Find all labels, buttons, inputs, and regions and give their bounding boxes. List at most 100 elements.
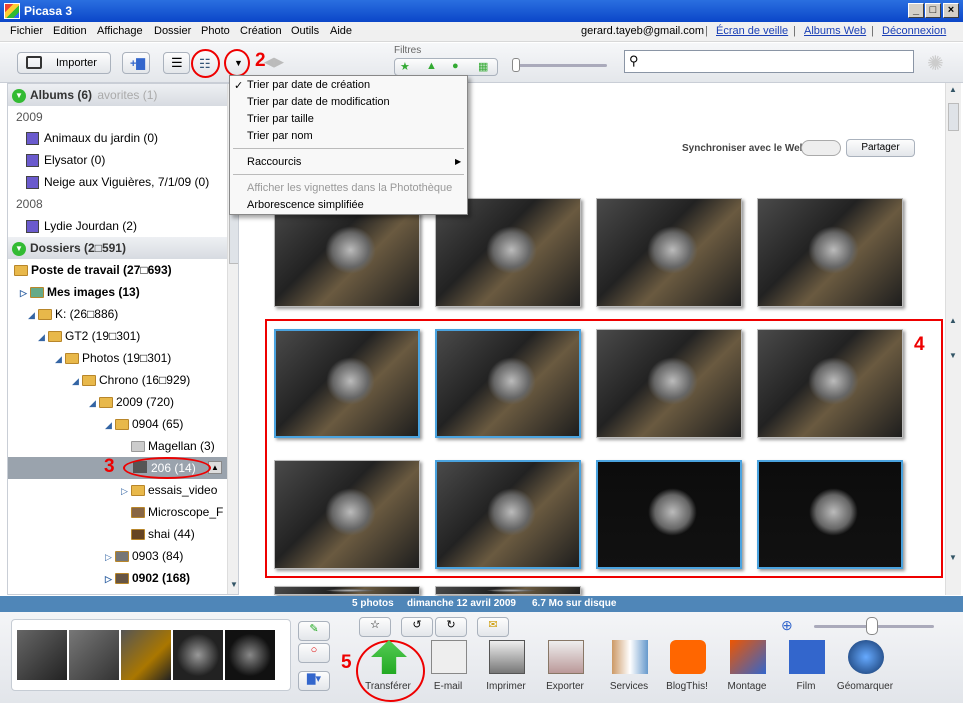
tray-thumbnail[interactable] — [17, 630, 67, 680]
album-item[interactable]: Lydie Jourdan (2) — [26, 215, 238, 237]
collapse-icon[interactable]: ◢ — [28, 304, 38, 326]
photo-thumbnail[interactable] — [757, 198, 903, 307]
scroll-down-icon[interactable]: ▼ — [949, 351, 957, 360]
menu-edition[interactable]: Edition — [53, 25, 87, 37]
import-button[interactable]: Importer — [17, 52, 111, 74]
geotag-label[interactable]: Géomarquer — [830, 681, 900, 692]
scroll-down-icon[interactable]: ▼ — [230, 580, 238, 589]
thumbnail-size-slider-handle[interactable] — [866, 617, 878, 635]
star-filter-icon[interactable]: ★ — [400, 60, 410, 73]
filter-slider-handle[interactable] — [512, 58, 520, 72]
album-item[interactable]: Elysator (0) — [26, 149, 238, 171]
menu-outils[interactable]: Outils — [291, 25, 319, 37]
upload-filter-icon[interactable]: ▲ — [426, 60, 437, 72]
folder-item[interactable]: ◢ K: (26□886) — [28, 303, 238, 326]
folder-item[interactable]: ◢ GT2 (19□301) — [38, 325, 238, 348]
tray-thumbnail[interactable] — [121, 630, 171, 680]
print-icon[interactable] — [489, 640, 525, 674]
collapse-icon[interactable]: ◢ — [38, 326, 48, 348]
scroll-up-icon[interactable]: ▲ — [949, 85, 957, 94]
menu-photo[interactable]: Photo — [201, 25, 230, 37]
sync-toggle[interactable] — [801, 140, 841, 156]
web-albums-link[interactable]: Albums Web — [804, 25, 866, 37]
maximize-button[interactable]: □ — [925, 3, 941, 18]
video-filter-icon[interactable]: ▦ — [478, 60, 488, 73]
export-label[interactable]: Exporter — [530, 681, 600, 692]
photo-thumbnail-selected[interactable] — [435, 460, 581, 569]
photo-thumbnail-selected[interactable] — [274, 329, 420, 438]
simple-tree-option[interactable]: Arborescence simplifiée — [247, 199, 364, 211]
folder-item[interactable]: ▷ 0903 (84) — [105, 545, 238, 568]
sort-dropdown-button[interactable]: ▼ — [224, 49, 250, 77]
search-input[interactable]: ⚲ — [624, 50, 914, 73]
sort-by-modification-date[interactable]: Trier par date de modification — [247, 96, 390, 108]
rotate-left-button[interactable]: ↺ — [401, 617, 433, 637]
scroll-up-icon[interactable]: ▲ — [949, 316, 957, 325]
clear-button[interactable]: ○ — [298, 643, 330, 663]
folder-item[interactable]: Magellan (3) — [131, 435, 238, 457]
geotag-globe-icon[interactable] — [848, 640, 884, 674]
rotate-right-button[interactable]: ↻ — [435, 617, 467, 637]
album-item[interactable]: Neige aux Viguières, 7/1/09 (0) — [26, 171, 238, 193]
tag-button[interactable]: ✉ — [477, 617, 509, 637]
collapse-icon[interactable]: ◢ — [89, 392, 99, 414]
menu-affichage[interactable]: Affichage — [97, 25, 143, 37]
photo-thumbnail-selected[interactable] — [596, 460, 742, 569]
add-to-album-tray-button[interactable]: ▇▾ — [298, 671, 330, 691]
sort-by-creation-date[interactable]: Trier par date de création — [247, 79, 370, 91]
tray-thumbnail[interactable] — [225, 630, 275, 680]
collapse-icon[interactable]: ◢ — [72, 370, 82, 392]
photo-thumbnail[interactable] — [274, 460, 420, 569]
folder-item[interactable]: Microscope_F — [131, 501, 238, 523]
photo-thumbnail[interactable] — [596, 329, 742, 438]
folder-item[interactable]: ▷ 0902 (168) — [105, 567, 238, 589]
shortcuts-submenu[interactable]: Raccourcis — [247, 156, 301, 168]
photo-thumbnail-selected[interactable] — [757, 460, 903, 569]
collapse-icon[interactable]: ◢ — [55, 348, 65, 370]
collapse-icon[interactable]: ▼ — [12, 241, 26, 256]
folder-item[interactable]: ▷ Mes images (13) — [20, 281, 238, 304]
filter-slider[interactable] — [513, 64, 607, 67]
photo-thumbnail[interactable] — [757, 329, 903, 438]
collage-icon[interactable] — [730, 640, 766, 674]
menu-aide[interactable]: Aide — [330, 25, 352, 37]
logout-link[interactable]: Déconnexion — [882, 25, 946, 37]
tree-view-button[interactable]: ☷ — [191, 49, 220, 78]
sort-by-name[interactable]: Trier par nom — [247, 130, 313, 142]
star-button[interactable]: ☆ — [359, 617, 391, 637]
folder-item[interactable]: ◢ 2009 (720) — [89, 391, 238, 414]
collapse-icon[interactable]: ◢ — [105, 414, 115, 436]
folder-item[interactable]: ▷ essais_video — [121, 479, 238, 501]
hold-button[interactable]: ✎ — [298, 621, 330, 641]
photo-thumbnail[interactable] — [596, 198, 742, 307]
services-icon[interactable] — [612, 640, 648, 674]
folder-item[interactable]: Poste de travail (27□693) — [14, 259, 234, 281]
scroll-down-icon[interactable]: ▼ — [949, 553, 957, 562]
folder-item[interactable]: ◢ Chrono (16□929) — [72, 369, 238, 392]
photo-thumbnail[interactable] — [274, 586, 420, 595]
share-button[interactable]: Partager — [846, 139, 915, 157]
close-button[interactable]: × — [943, 3, 959, 18]
film-icon[interactable] — [789, 640, 825, 674]
folder-item[interactable]: ◢ 0904 (65) — [105, 413, 238, 436]
blogger-icon[interactable] — [670, 640, 706, 674]
photo-thumbnail[interactable] — [435, 586, 581, 595]
albums-header[interactable]: ▼ Albums (6) avorites (1) — [8, 84, 238, 106]
sort-by-size[interactable]: Trier par taille — [247, 113, 314, 125]
flat-view-button[interactable]: ☰ — [163, 52, 190, 74]
tray-thumbnail[interactable] — [69, 630, 119, 680]
folder-item-selected[interactable]: 206 (14) ▲ 3 — [8, 456, 238, 479]
tray-thumbnail[interactable] — [173, 630, 223, 680]
collapse-icon[interactable]: ▼ — [12, 88, 26, 103]
folder-item[interactable]: ◢ Photos (19□301) — [55, 347, 238, 370]
expand-icon[interactable]: ▷ — [105, 546, 115, 568]
photo-thumbnail-selected[interactable] — [435, 329, 581, 438]
menu-fichier[interactable]: Fichier — [10, 25, 43, 37]
menu-creation[interactable]: Création — [240, 25, 282, 37]
main-scrollbar[interactable]: ▲ ▲ ▼ ▼ — [945, 83, 961, 595]
export-folder-icon[interactable] — [548, 640, 584, 674]
person-filter-icon[interactable]: ● — [452, 60, 459, 72]
expand-icon[interactable]: ▷ — [20, 282, 30, 304]
add-to-album-button[interactable]: +▇ — [122, 52, 150, 74]
menu-dossier[interactable]: Dossier — [154, 25, 191, 37]
